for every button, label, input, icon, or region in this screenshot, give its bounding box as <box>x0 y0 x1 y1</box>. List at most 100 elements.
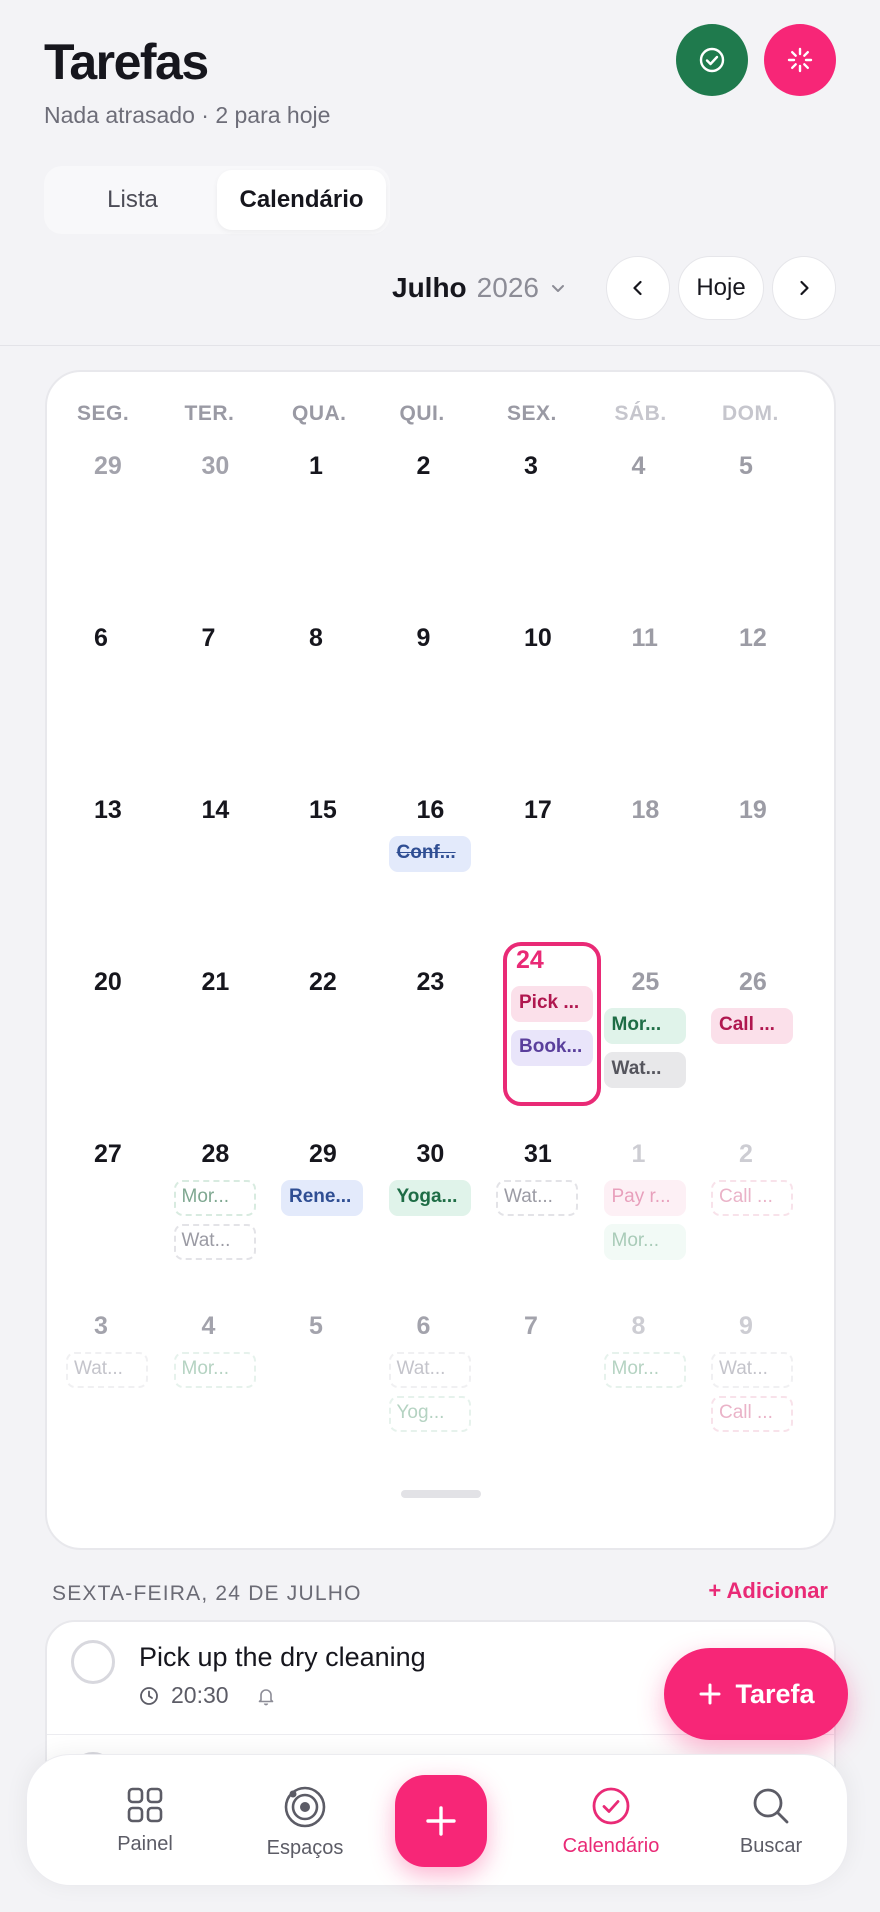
event-chip[interactable]: Mor... <box>603 1224 686 1260</box>
calendar-day[interactable]: 1 <box>276 446 383 618</box>
event-chip[interactable]: Wat... <box>388 1352 471 1388</box>
calendar-day-today[interactable]: 24 Pick ... Book... <box>503 942 601 1106</box>
calendar-day[interactable]: 18 <box>599 790 706 962</box>
event-chip[interactable]: Call ... <box>711 1180 793 1216</box>
calendar-day[interactable]: 5 <box>276 1306 383 1478</box>
event-chip[interactable]: Mor... <box>603 1008 686 1044</box>
add-task-link[interactable]: + Adicionar <box>708 1578 828 1604</box>
event-chip[interactable]: Wat... <box>496 1180 578 1216</box>
day-number: 8 <box>309 624 323 652</box>
event-chip[interactable]: Mor... <box>173 1352 256 1388</box>
calendar-day[interactable]: 20 <box>61 962 168 1134</box>
event-chip[interactable]: Call ... <box>711 1396 793 1432</box>
calendar-day[interactable]: 13 <box>61 790 168 962</box>
calendar-day[interactable]: 7 <box>169 618 276 790</box>
calendar-day[interactable]: 10 <box>491 618 598 790</box>
calendar-day[interactable]: 16 Conf... <box>384 790 491 962</box>
sync-button[interactable] <box>764 24 836 96</box>
event-chip[interactable]: Conf... <box>388 836 471 872</box>
grab-handle[interactable] <box>401 1490 481 1498</box>
weekday-label: QUI. <box>399 402 445 425</box>
calendar-day[interactable]: 15 <box>276 790 383 962</box>
day-number: 24 <box>516 946 544 974</box>
event-chip[interactable]: Rene... <box>281 1180 363 1216</box>
calendar-day[interactable]: 25 Mor... Wat... <box>599 962 706 1134</box>
calendar-day[interactable]: 14 <box>169 790 276 962</box>
event-chip[interactable]: Mor... <box>173 1180 256 1216</box>
calendar-day[interactable]: 23 <box>384 962 491 1134</box>
day-number: 29 <box>309 1140 337 1168</box>
day-number: 19 <box>739 796 767 824</box>
complete-tasks-button[interactable] <box>676 24 748 96</box>
new-task-button[interactable]: Tarefa <box>664 1648 848 1740</box>
calendar-day[interactable]: 30 <box>169 446 276 618</box>
next-month-button[interactable] <box>772 256 836 320</box>
day-number: 14 <box>201 796 230 824</box>
calendar-day[interactable]: 2 Call ... <box>706 1134 813 1306</box>
event-chip[interactable]: Wat... <box>66 1352 148 1388</box>
calendar-day[interactable]: 28 Mor... Wat... <box>169 1134 276 1306</box>
calendar-day[interactable]: 19 <box>706 790 813 962</box>
tab-lista[interactable]: Lista <box>48 170 217 230</box>
today-button[interactable]: Hoje <box>678 256 764 320</box>
calendar-day[interactable]: 8 Mor... <box>599 1306 706 1478</box>
event-chip[interactable]: Mor... <box>603 1352 686 1388</box>
event-chip[interactable]: Wat... <box>173 1224 256 1260</box>
tab-calendario[interactable]: Calendário <box>217 170 386 230</box>
day-number: 22 <box>309 968 337 996</box>
calendar-day[interactable]: 4 Mor... <box>169 1306 276 1478</box>
calendar-day[interactable]: 1 Pay r... Mor... <box>599 1134 706 1306</box>
day-number: 25 <box>631 968 660 996</box>
event-chip[interactable]: Book... <box>511 1030 593 1066</box>
calendar-day[interactable]: 29 <box>61 446 168 618</box>
calendar-day[interactable]: 21 <box>169 962 276 1134</box>
day-number: 4 <box>201 1312 216 1340</box>
month-name: Julho <box>392 272 467 303</box>
event-chip[interactable]: Pay r... <box>603 1180 686 1216</box>
tab-painel[interactable]: Painel <box>75 1785 215 1856</box>
day-number: 17 <box>524 796 552 824</box>
task-title[interactable]: Pick up the dry cleaning <box>139 1642 426 1673</box>
chevron-down-icon <box>551 285 564 292</box>
calendar-day[interactable]: 3 <box>491 446 598 618</box>
calendar-day[interactable]: 5 <box>706 446 813 618</box>
calendar-day[interactable]: 17 <box>491 790 598 962</box>
calendar-day[interactable]: 3 Wat... <box>61 1306 168 1478</box>
calendar-day[interactable]: 4 <box>599 446 706 618</box>
day-number: 26 <box>739 968 767 996</box>
spinner-icon <box>787 47 813 73</box>
day-number: 28 <box>201 1140 230 1168</box>
day-number: 2 <box>416 452 431 480</box>
month-picker[interactable]: Julho 2026 <box>392 272 567 304</box>
calendar-day[interactable]: 9 <box>384 618 491 790</box>
calendar-day[interactable]: 2 <box>384 446 491 618</box>
calendar-day[interactable]: 31 Wat... <box>491 1134 598 1306</box>
event-chip[interactable]: Wat... <box>711 1352 793 1388</box>
quick-add-button[interactable] <box>395 1775 487 1867</box>
weekday-header: SEG. TER. QUA. QUI. SEX. SÁB. DOM. <box>47 402 834 428</box>
page-header: Tarefas Nada atrasado · 2 para hoje <box>44 30 330 129</box>
calendar-day[interactable]: 6 <box>61 618 168 790</box>
page-title: Tarefas <box>44 34 209 90</box>
calendar-day[interactable]: 6 Wat... Yog... <box>384 1306 491 1478</box>
tab-espacos[interactable]: Espaços <box>235 1785 375 1860</box>
calendar-day[interactable]: 8 <box>276 618 383 790</box>
previous-month-button[interactable] <box>606 256 670 320</box>
event-chip[interactable]: Wat... <box>603 1052 686 1088</box>
calendar-day[interactable]: 29 Rene... <box>276 1134 383 1306</box>
event-chip[interactable]: Yoga... <box>388 1180 471 1216</box>
calendar-day[interactable]: 11 <box>599 618 706 790</box>
tab-buscar[interactable]: Buscar <box>701 1785 841 1858</box>
event-chip[interactable]: Pick ... <box>511 986 593 1022</box>
calendar-day[interactable]: 22 <box>276 962 383 1134</box>
calendar-day[interactable]: 30 Yoga... <box>384 1134 491 1306</box>
calendar-day[interactable]: 27 <box>61 1134 168 1306</box>
tab-calendario-nav[interactable]: Calendário <box>541 1785 681 1858</box>
calendar-day[interactable]: 26 Call ... <box>706 962 813 1134</box>
calendar-day[interactable]: 9 Wat... Call ... <box>706 1306 813 1478</box>
event-chip[interactable]: Yog... <box>388 1396 471 1432</box>
calendar-day[interactable]: 7 <box>491 1306 598 1478</box>
calendar-day[interactable]: 12 <box>706 618 813 790</box>
event-chip[interactable]: Call ... <box>711 1008 793 1044</box>
task-checkbox[interactable] <box>71 1640 115 1684</box>
